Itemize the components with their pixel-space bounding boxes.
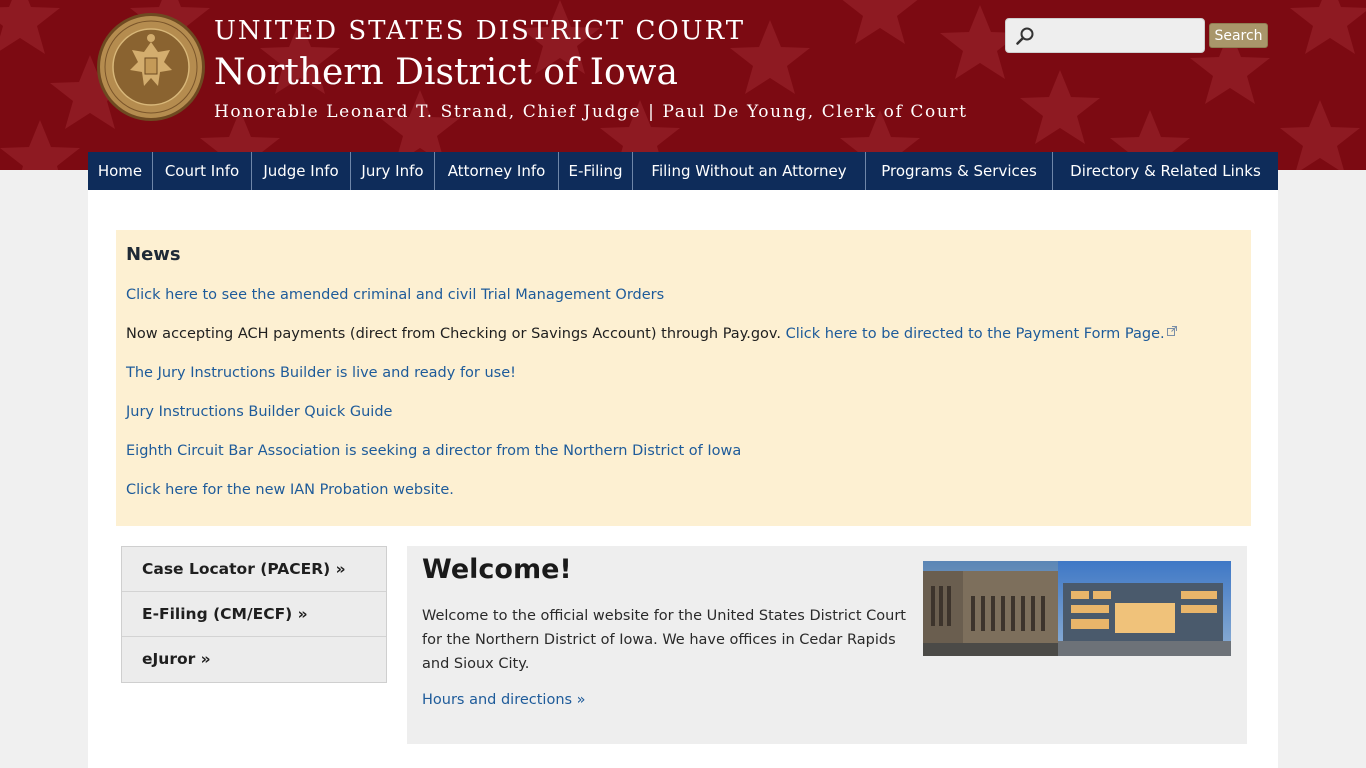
welcome-text: Welcome to the official website for the … — [422, 608, 906, 672]
nav-home[interactable]: Home — [88, 152, 153, 190]
news-item: Now accepting ACH payments (direct from … — [126, 326, 1241, 365]
news-link-bar-association[interactable]: Eighth Circuit Bar Association is seekin… — [126, 443, 741, 459]
court-name: UNITED STATES DISTRICT COURT — [214, 16, 746, 46]
nav-jury-info[interactable]: Jury Info — [351, 152, 435, 190]
quick-links-panel: Case Locator (PACER) » E-Filing (CM/ECF)… — [121, 546, 387, 683]
nav-e-filing[interactable]: E-Filing — [559, 152, 633, 190]
nav-directory-links[interactable]: Directory & Related Links — [1053, 152, 1278, 190]
court-seal-icon[interactable] — [96, 12, 206, 122]
nav-court-info[interactable]: Court Info — [153, 152, 252, 190]
courthouse-buildings-image — [923, 561, 1231, 656]
welcome-panel: Welcome! Welcome to the official website… — [407, 546, 1247, 744]
ejuror-link[interactable]: eJuror » — [122, 637, 386, 682]
news-item: The Jury Instructions Builder is live an… — [126, 365, 1241, 404]
hours-directions-link[interactable]: Hours and directions » — [422, 692, 586, 708]
welcome-title: Welcome! — [422, 554, 572, 585]
news-title: News — [126, 244, 181, 265]
news-link-jury-builder[interactable]: The Jury Instructions Builder is live an… — [126, 365, 516, 381]
news-item: Jury Instructions Builder Quick Guide — [126, 404, 1241, 443]
nav-programs-services[interactable]: Programs & Services — [866, 152, 1053, 190]
district-name[interactable]: Northern District of Iowa — [214, 52, 678, 93]
nav-attorney-info[interactable]: Attorney Info — [435, 152, 559, 190]
officials-line: Honorable Leonard T. Strand, Chief Judge… — [214, 102, 968, 122]
site-header: UNITED STATES DISTRICT COURT Northern Di… — [0, 0, 1366, 170]
news-box: News Click here to see the amended crimi… — [116, 230, 1251, 526]
e-filing-cmecf-link[interactable]: E-Filing (CM/ECF) » — [122, 592, 386, 637]
news-link-probation[interactable]: Click here for the new IAN Probation web… — [126, 482, 454, 498]
external-link-icon — [1166, 326, 1177, 336]
search-input[interactable] — [1005, 18, 1205, 53]
case-locator-link[interactable]: Case Locator (PACER) » — [122, 547, 386, 592]
news-link-quick-guide[interactable]: Jury Instructions Builder Quick Guide — [126, 404, 392, 420]
search-icon — [1016, 27, 1034, 45]
nav-judge-info[interactable]: Judge Info — [252, 152, 351, 190]
main-nav: Home Court Info Judge Info Jury Info Att… — [88, 152, 1278, 190]
main-content: News Click here to see the amended crimi… — [88, 190, 1278, 768]
search-button[interactable]: Search — [1209, 23, 1268, 48]
news-item: Click here for the new IAN Probation web… — [126, 482, 1241, 521]
nav-filing-without-attorney[interactable]: Filing Without an Attorney — [633, 152, 866, 190]
news-text-ach: Now accepting ACH payments (direct from … — [126, 326, 786, 342]
news-item: Eighth Circuit Bar Association is seekin… — [126, 443, 1241, 482]
news-link-trial-orders[interactable]: Click here to see the amended criminal a… — [126, 287, 664, 303]
news-item: Click here to see the amended criminal a… — [126, 287, 1241, 326]
news-link-payment-form[interactable]: Click here to be directed to the Payment… — [786, 326, 1165, 342]
